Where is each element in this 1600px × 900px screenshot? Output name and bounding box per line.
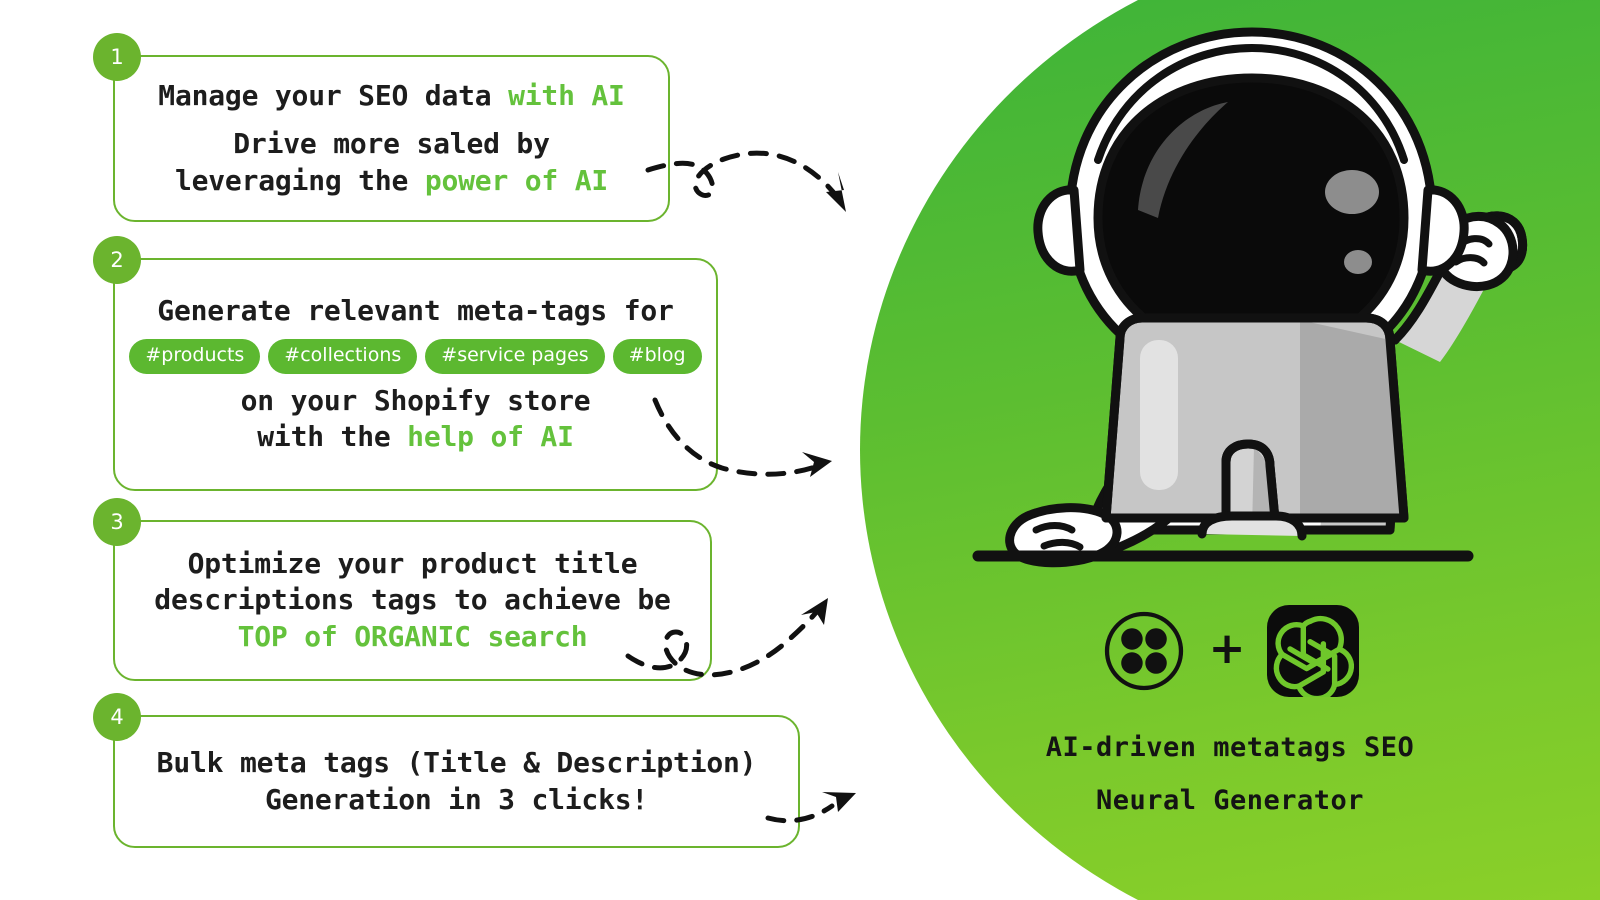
card-2-line-2: on your Shopify store bbox=[241, 383, 591, 419]
card-3-line-3: TOP of ORGANIC search bbox=[238, 619, 588, 655]
card-4-line-1-text: Bulk meta tags (Title & Description) bbox=[156, 746, 757, 780]
card-3-line-2: descriptions tags to achieve be bbox=[154, 582, 671, 618]
card-4-line-1: Bulk meta tags (Title & Description) bbox=[157, 745, 757, 781]
arrow-head-2 bbox=[802, 452, 832, 477]
logo-row: + bbox=[860, 605, 1600, 697]
card-2-line-1: Generate relevant meta-tags for bbox=[157, 293, 674, 329]
card-3-line-1-text: Optimize your product title bbox=[187, 546, 638, 580]
poster-canvas: 1 Manage your SEO data with AI Drive mor… bbox=[0, 0, 1600, 900]
card-2-line-3-highlight: help of AI bbox=[407, 420, 574, 454]
panel-caption: AI-driven metatags SEO Neural Generator bbox=[860, 722, 1600, 827]
arrow-card-1 bbox=[645, 150, 846, 212]
card-3-line-2-text: descriptions tags to achieve be bbox=[154, 583, 671, 617]
tag-pill-group: #products #collections #service pages #b… bbox=[129, 338, 702, 374]
caption-line-1: AI-driven metatags SEO bbox=[1045, 732, 1415, 763]
card-1-line-3-highlight: power of AI bbox=[424, 163, 609, 197]
feature-card-3[interactable]: 3 Optimize your product title descriptio… bbox=[93, 498, 712, 681]
card-3-line-1: Optimize your product title bbox=[188, 546, 638, 582]
card-1-line-2-text: Drive more saled by bbox=[233, 127, 550, 161]
openai-logo bbox=[1267, 605, 1360, 697]
card-4-line-2-text: Generation in 3 clicks! bbox=[264, 782, 649, 816]
card-badge-1: 1 bbox=[93, 33, 141, 81]
card-2-line-3: with the help of AI bbox=[257, 419, 574, 455]
card-badge-2: 2 bbox=[93, 236, 141, 284]
card-1-line-1: Manage your SEO data with AI bbox=[158, 78, 625, 114]
astronaut-at-computer-illustration bbox=[970, 10, 1530, 590]
card-4-line-2: Generation in 3 clicks! bbox=[265, 782, 648, 818]
card-1-line-2: Drive more saled by bbox=[233, 126, 550, 162]
card-1-line-3: leveraging the power of AI bbox=[175, 163, 608, 199]
arrow-head-4 bbox=[822, 792, 856, 812]
plus-symbol: + bbox=[1208, 623, 1246, 674]
card-body-4: Bulk meta tags (Title & Description) Gen… bbox=[115, 717, 798, 846]
card-3-line-3-highlight: TOP of ORGANIC search bbox=[237, 619, 588, 653]
arrow-head-1 bbox=[826, 172, 846, 212]
tag-pill-products[interactable]: #products bbox=[129, 338, 261, 374]
right-promo-panel: + AI-driven metatags SEO Neural Generato… bbox=[860, 0, 1600, 900]
card-1-line-3-text: leveraging the bbox=[174, 163, 425, 197]
card-body-3: Optimize your product title descriptions… bbox=[115, 522, 710, 679]
tag-pill-collections[interactable]: #collections bbox=[268, 338, 418, 374]
card-body-2: Generate relevant meta-tags for #product… bbox=[115, 260, 716, 489]
card-badge-3: 3 bbox=[93, 498, 141, 546]
arrow-head-3 bbox=[801, 598, 828, 625]
caption-line-2: Neural Generator bbox=[1095, 784, 1365, 816]
card-body-1: Manage your SEO data with AI Drive more … bbox=[115, 57, 668, 220]
four-dots-circle-logo bbox=[1104, 611, 1183, 691]
card-2-line-2-text: on your Shopify store bbox=[240, 383, 591, 417]
card-2-line-3-text: with the bbox=[257, 420, 408, 454]
feature-card-2[interactable]: 2 Generate relevant meta-tags for #produ… bbox=[93, 236, 718, 491]
tag-pill-service-pages[interactable]: #service pages bbox=[425, 338, 605, 374]
card-1-line-1-highlight: with AI bbox=[508, 78, 625, 112]
tag-pill-blog[interactable]: #blog bbox=[612, 338, 702, 374]
card-badge-4: 4 bbox=[93, 693, 141, 741]
card-2-line-1-text: Generate relevant meta-tags for bbox=[157, 294, 674, 328]
card-1-line-1-text: Manage your SEO data bbox=[158, 78, 509, 112]
feature-card-1[interactable]: 1 Manage your SEO data with AI Drive mor… bbox=[93, 33, 670, 222]
feature-card-4[interactable]: 4 Bulk meta tags (Title & Description) G… bbox=[93, 693, 800, 848]
